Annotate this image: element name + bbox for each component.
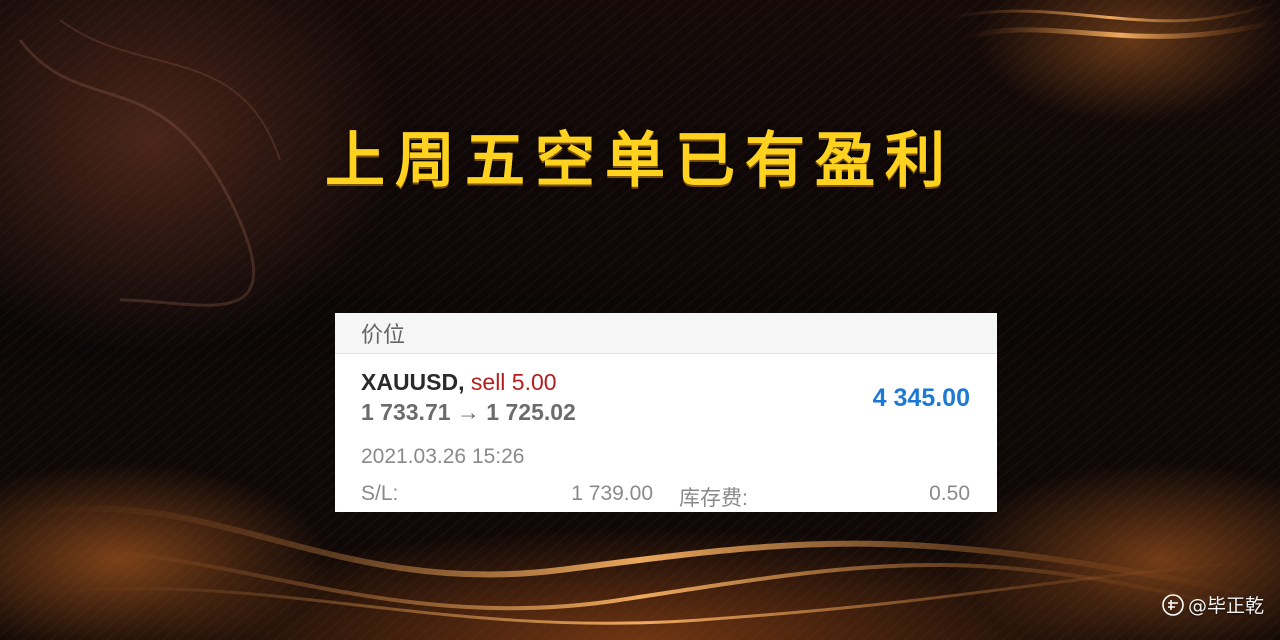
swap-value: 0.50 (929, 482, 970, 505)
position-summary: XAUUSD, sell 5.00 (361, 369, 557, 396)
watermark-text: @毕正乾 (1187, 595, 1264, 617)
symbol-label: XAUUSD, (361, 369, 465, 395)
profit-value: 4 345.00 (872, 384, 970, 412)
card-header-title: 价位 (361, 322, 406, 347)
open-timestamp: 2021.03.26 15:26 (361, 445, 525, 468)
position-card[interactable]: 价位 XAUUSD, sell 5.00 1 733.71 → 1 725.02… (335, 313, 997, 512)
toutiao-logo-icon (1162, 593, 1184, 616)
watermark: @毕正乾 (1162, 591, 1264, 618)
stop-loss-label: S/L: (361, 482, 399, 505)
card-header: 价位 (335, 313, 997, 354)
headline: 上周五空单已有盈利 (325, 126, 955, 196)
swap-label: 库存费: (679, 487, 748, 510)
order-type-label: sell 5.00 (470, 369, 557, 395)
stop-loss-value: 1 739.00 (571, 482, 653, 505)
price-change: 1 733.71 → 1 725.02 (361, 399, 576, 425)
